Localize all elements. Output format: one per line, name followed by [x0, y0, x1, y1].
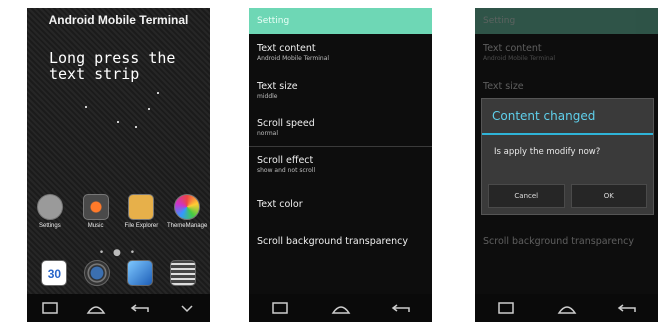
- divider: [249, 146, 432, 147]
- setting-scroll-background-transparency: Scroll background transparency: [483, 236, 653, 247]
- recent-apps-icon[interactable]: [39, 301, 61, 315]
- setting-subtitle: Android Mobile Terminal: [257, 55, 330, 62]
- dialog-title: Content changed: [482, 99, 653, 135]
- particle: [117, 121, 119, 123]
- music-disc-icon: [82, 194, 109, 220]
- dialog-message: Is apply the modify now?: [494, 147, 601, 157]
- home-icon[interactable]: [85, 301, 107, 315]
- navigation-bar: [249, 294, 432, 322]
- particle: [135, 126, 137, 128]
- setting-text-content: Text content Android Mobile Terminal: [483, 43, 653, 62]
- gallery-icon[interactable]: [126, 260, 153, 286]
- setting-title: Scroll background transparency: [483, 236, 634, 247]
- cancel-button[interactable]: Cancel: [488, 184, 565, 208]
- setting-title: Scroll speed: [257, 118, 315, 129]
- back-icon[interactable]: [617, 301, 639, 315]
- particle: [157, 92, 159, 94]
- setting-title: Scroll effect: [257, 155, 314, 166]
- setting-title: Text size: [483, 81, 524, 92]
- setting-text-size[interactable]: Text size middle: [257, 81, 427, 100]
- setting-subtitle: Android Mobile Terminal: [483, 55, 556, 62]
- page-indicator: • ● •: [98, 248, 139, 258]
- navigation-bar: [27, 294, 210, 322]
- recent-apps-icon[interactable]: [269, 301, 291, 315]
- app-file-explorer[interactable]: File Explorer: [119, 194, 163, 229]
- recent-apps-icon[interactable]: [495, 301, 517, 315]
- phone-home-screen: Android Mobile Terminal Long press the t…: [27, 8, 210, 322]
- dialog-buttons: Cancel OK: [488, 184, 647, 208]
- setting-title: Text content: [483, 43, 542, 54]
- app-theme-manager[interactable]: ThemeManage: [165, 194, 209, 229]
- app-music[interactable]: Music: [74, 194, 118, 229]
- setting-scroll-speed[interactable]: Scroll speed normal: [257, 118, 427, 137]
- setting-subtitle: middle: [257, 93, 278, 100]
- app-settings[interactable]: Settings: [28, 194, 72, 229]
- dock: 30: [27, 260, 210, 286]
- setting-title: Text color: [257, 199, 303, 210]
- settings-header: Setting: [249, 8, 432, 34]
- phone-settings-dialog-screen: Setting Text content Android Mobile Term…: [475, 8, 658, 322]
- app-label: File Explorer: [124, 223, 159, 229]
- setting-subtitle: show and not scroll: [257, 167, 316, 174]
- particle: [85, 106, 87, 108]
- setting-text-color[interactable]: Text color: [257, 199, 427, 210]
- phone-settings-screen: Setting Text content Android Mobile Term…: [249, 8, 432, 322]
- app-drawer-icon[interactable]: [169, 260, 196, 286]
- scrolling-text-strip[interactable]: Long press the text strip: [49, 50, 199, 82]
- back-icon[interactable]: [130, 301, 152, 315]
- setting-text-size: Text size: [483, 81, 653, 92]
- widget-title: Android Mobile Terminal: [48, 13, 189, 27]
- gear-icon: [36, 194, 63, 220]
- home-icon[interactable]: [556, 301, 578, 315]
- calendar-icon[interactable]: 30: [41, 260, 68, 286]
- home-icon[interactable]: [330, 301, 352, 315]
- navigation-bar: [475, 294, 658, 322]
- settings-header: Setting: [475, 8, 658, 34]
- chevron-down-icon[interactable]: [176, 301, 198, 315]
- ok-button[interactable]: OK: [570, 184, 647, 208]
- setting-title: Text size: [257, 81, 298, 92]
- setting-title: Scroll background transparency: [257, 236, 408, 247]
- camera-icon[interactable]: [84, 260, 111, 286]
- app-row: Settings Music File Explorer ThemeManage: [27, 194, 210, 229]
- back-icon[interactable]: [391, 301, 413, 315]
- setting-subtitle: normal: [257, 130, 279, 137]
- setting-text-content[interactable]: Text content Android Mobile Terminal: [257, 43, 427, 62]
- setting-title: Text content: [257, 43, 316, 54]
- content-changed-dialog: Content changed Is apply the modify now?…: [481, 98, 654, 215]
- app-label: Music: [87, 223, 104, 229]
- color-wheel-icon: [174, 194, 201, 220]
- app-label: Settings: [39, 223, 61, 229]
- particle: [148, 108, 150, 110]
- app-label: ThemeManage: [166, 223, 208, 229]
- setting-scroll-background-transparency[interactable]: Scroll background transparency: [257, 236, 427, 247]
- folder-icon: [128, 194, 155, 220]
- setting-scroll-effect[interactable]: Scroll effect show and not scroll: [257, 155, 427, 174]
